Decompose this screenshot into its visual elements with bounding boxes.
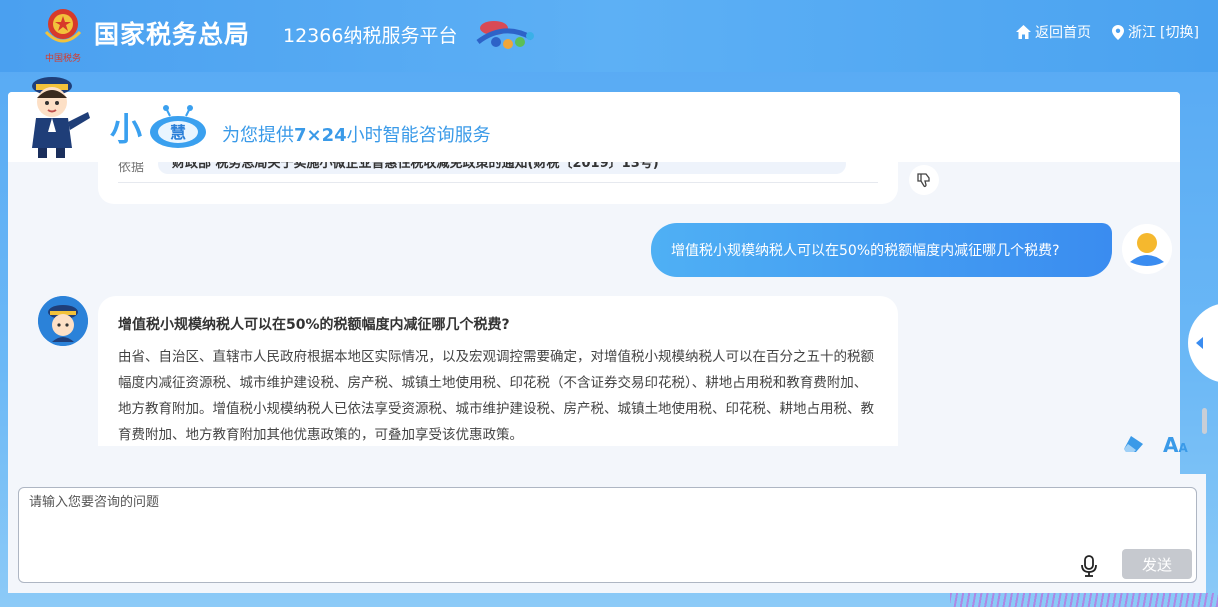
font-size-small-icon: A xyxy=(1178,441,1188,455)
chat-scrollbar[interactable] xyxy=(1202,408,1207,434)
12366-logo-icon xyxy=(476,21,534,49)
platform-name: 12366纳税服务平台 xyxy=(283,25,458,47)
card-divider xyxy=(118,182,878,183)
svg-text:慧: 慧 xyxy=(170,123,186,142)
decorative-stripes xyxy=(950,593,1218,607)
answer-text: 由省、自治区、直辖市人民政府根据本地区实际情况，以及宏观调控需要确定，对增值税小… xyxy=(118,349,874,443)
thumbs-down-icon xyxy=(917,173,930,188)
question-input-box[interactable] xyxy=(18,487,1197,583)
side-panel-toggle[interactable] xyxy=(1188,303,1218,383)
top-header: 中国税务 国家税务总局 12366纳税服务平台 返回首页 浙江 [切换] xyxy=(0,0,1218,72)
font-size-button[interactable]: AA xyxy=(1163,433,1188,457)
xiaohui-brand-logo-icon: 小 慧 xyxy=(110,105,206,148)
eraser-icon[interactable] xyxy=(1123,434,1145,454)
switch-region-link[interactable]: [切换] xyxy=(1160,22,1199,42)
tax-officer-mascot-icon xyxy=(32,77,90,158)
region-name: 浙江 xyxy=(1128,25,1156,41)
home-link[interactable]: 返回首页 xyxy=(1016,22,1091,42)
answer-question-title: 增值税小规模纳税人可以在50%的税额幅度内减征哪几个税费? xyxy=(118,317,510,333)
font-size-icon: A xyxy=(1163,433,1179,457)
dislike-button[interactable] xyxy=(909,165,939,195)
slogan-prefix: 为您提供 xyxy=(222,125,294,146)
chevron-left-icon xyxy=(1196,337,1203,349)
home-icon xyxy=(1016,25,1031,39)
assistant-avatar-icon xyxy=(38,296,88,346)
emblem-caption: 中国税务 xyxy=(45,52,81,64)
slogan-highlight: 7×24 xyxy=(294,125,347,146)
user-avatar-icon xyxy=(1122,224,1172,274)
home-link-label: 返回首页 xyxy=(1035,25,1091,41)
slogan-suffix: 小时智能咨询服务 xyxy=(346,125,491,146)
location-pin-icon xyxy=(1112,24,1124,40)
user-message-bubble: 增值税小规模纳税人可以在50%的税额幅度内减征哪几个税费? xyxy=(651,223,1112,277)
service-slogan: 为您提供7×24小时智能咨询服务 xyxy=(222,121,491,147)
send-button[interactable]: 发送 xyxy=(1122,549,1192,579)
region-switch[interactable]: 浙江 [切换] xyxy=(1112,22,1199,42)
question-input[interactable] xyxy=(19,488,1196,582)
site-title[interactable]: 国家税务总局 xyxy=(94,15,250,51)
assistant-answer-card: 增值税小规模纳税人可以在50%的税额幅度内减征哪几个税费? 由省、自治区、直辖市… xyxy=(98,296,898,446)
microphone-icon[interactable] xyxy=(1080,555,1098,577)
national-emblem-icon: 中国税务 xyxy=(44,9,82,64)
svg-text:小: 小 xyxy=(110,110,142,148)
